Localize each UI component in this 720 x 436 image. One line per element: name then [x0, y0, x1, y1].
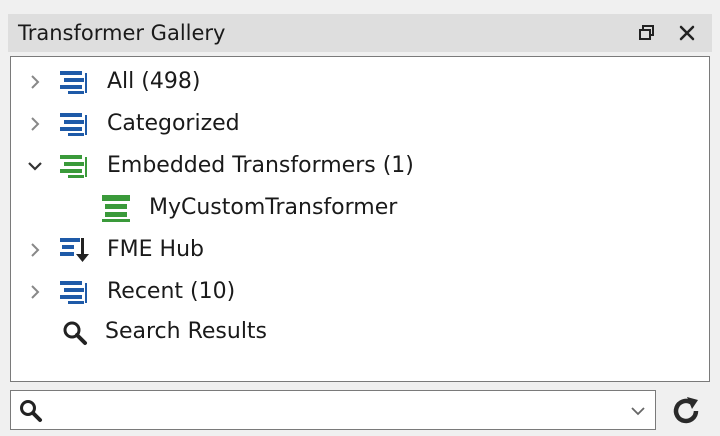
tree-item-mycustomtransformer[interactable]: MyCustomTransformer	[11, 189, 707, 227]
custom-transformer-icon	[99, 193, 133, 223]
transformer-list-icon	[57, 109, 91, 139]
transformer-list-icon	[57, 277, 91, 307]
tree-item-embedded-transformers[interactable]: Embedded Transformers (1)	[11, 147, 707, 185]
expand-chevron-right-icon[interactable]	[25, 114, 45, 134]
tree-item-categorized[interactable]: Categorized	[11, 105, 707, 143]
expand-chevron-right-icon[interactable]	[25, 72, 45, 92]
transformer-gallery-panel: Transformer Gallery All (498) Categorize…	[0, 0, 720, 436]
tree-item-label: Recent (10)	[107, 279, 236, 304]
refresh-icon	[673, 397, 699, 424]
transformer-tree[interactable]: All (498) Categorized Embedded Transform…	[10, 56, 710, 382]
transformer-list-icon	[57, 67, 91, 97]
tree-item-fme-hub[interactable]: FME Hub	[11, 231, 707, 269]
expand-chevron-right-icon[interactable]	[25, 240, 45, 260]
panel-title: Transformer Gallery	[18, 21, 226, 45]
float-window-icon	[639, 25, 654, 40]
search-icon	[61, 319, 89, 347]
tree-item-search-results[interactable]: Search Results	[11, 313, 707, 351]
tree-item-label: FME Hub	[107, 237, 204, 262]
tree-item-label: Search Results	[105, 319, 268, 344]
tree-item-label: Embedded Transformers (1)	[107, 153, 414, 178]
transformer-list-green-icon	[57, 151, 91, 181]
tree-item-label: All (498)	[107, 69, 201, 94]
search-input[interactable]	[51, 395, 625, 427]
expand-chevron-right-icon[interactable]	[25, 282, 45, 302]
tree-item-label: Categorized	[107, 111, 240, 136]
close-icon	[679, 25, 695, 41]
float-window-button[interactable]	[634, 20, 660, 46]
search-icon	[19, 399, 43, 423]
close-panel-button[interactable]	[674, 20, 700, 46]
fme-hub-download-icon	[57, 235, 91, 265]
refresh-button[interactable]	[666, 392, 706, 430]
tree-item-label: MyCustomTransformer	[149, 195, 398, 220]
panel-titlebar: Transformer Gallery	[8, 14, 712, 52]
search-combobox[interactable]	[10, 390, 656, 430]
tree-item-recent[interactable]: Recent (10)	[11, 273, 707, 311]
dropdown-chevron-down-icon[interactable]	[627, 401, 649, 421]
tree-item-all[interactable]: All (498)	[11, 63, 707, 101]
collapse-chevron-down-icon[interactable]	[25, 156, 45, 176]
